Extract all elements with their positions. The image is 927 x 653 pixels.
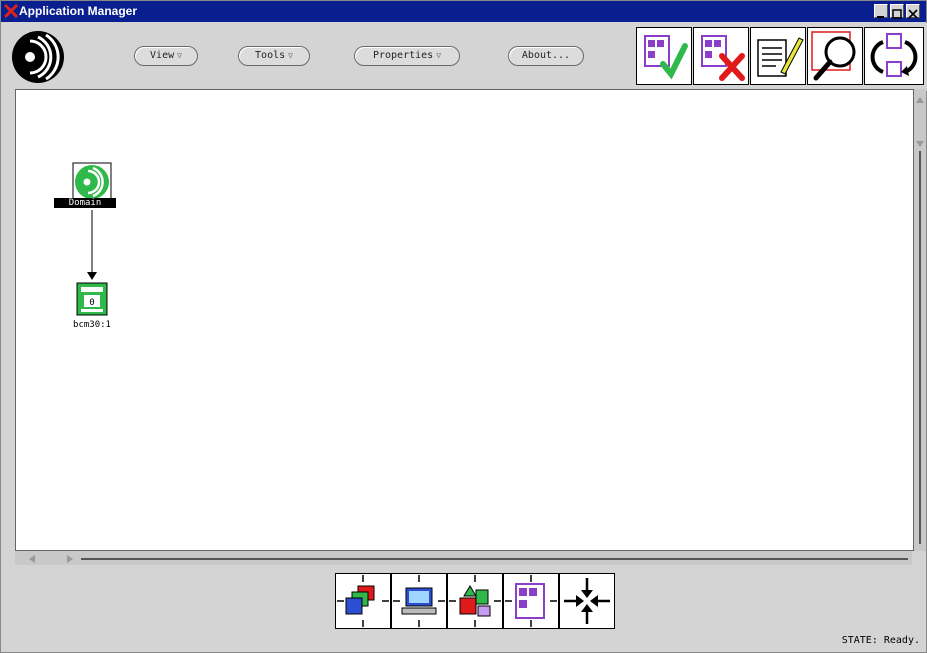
grid-doc-icon — [505, 575, 557, 627]
title-bar[interactable]: Application Manager — [1, 1, 926, 22]
minimize-icon — [877, 16, 884, 18]
x-logo-icon — [3, 3, 19, 19]
collapse-arrows-icon — [564, 578, 610, 624]
about-button[interactable]: About... — [508, 46, 584, 66]
horizontal-scrollbar[interactable] — [15, 551, 912, 565]
vertical-scroll-track — [916, 97, 924, 544]
scroll-up-icon — [916, 97, 924, 103]
horizontal-scroll-track — [29, 555, 908, 563]
edit-icon — [757, 37, 804, 77]
refresh-icon — [870, 33, 918, 77]
bcm-node[interactable]: 0 — [76, 282, 108, 316]
vertical-scrollbar[interactable] — [914, 89, 926, 551]
tools-menu-button[interactable]: Tools ▽ — [238, 46, 310, 66]
palette-computer-button[interactable] — [391, 573, 447, 629]
app-logo-icon — [12, 31, 64, 83]
svg-text:0: 0 — [89, 298, 94, 308]
about-button-label: About... — [521, 50, 571, 61]
check-icon — [644, 35, 688, 80]
maximize-icon — [892, 9, 902, 19]
maximize-button[interactable] — [890, 4, 904, 19]
windows-stack-icon — [337, 575, 389, 627]
application-window: Application Manager View ▽ Tools ▽ Propert… — [0, 0, 927, 653]
edit-button[interactable] — [750, 27, 806, 85]
dropdown-arrow-icon: ▽ — [288, 51, 293, 60]
domain-node-label: Domain — [54, 198, 116, 208]
status-text: STATE: Ready. — [841, 635, 920, 646]
refresh-button[interactable] — [864, 27, 924, 85]
palette-shapes-button[interactable] — [447, 573, 503, 629]
delete-icon — [701, 35, 745, 81]
toolbar: View ▽ Tools ▽ Properties ▽ About... — [2, 23, 927, 91]
arrowhead-icon — [87, 272, 97, 280]
remove-button[interactable] — [693, 27, 749, 85]
scroll-right-icon — [67, 555, 73, 563]
domain-node[interactable] — [72, 162, 112, 202]
close-button[interactable] — [906, 4, 920, 19]
view-menu-label: View — [150, 50, 175, 61]
connection-lines — [87, 210, 97, 280]
properties-menu-label: Properties — [372, 50, 434, 61]
zoom-icon — [811, 31, 856, 81]
dropdown-arrow-icon: ▽ — [436, 51, 442, 60]
palette-collapse-button[interactable] — [559, 573, 615, 629]
tool-icon-bar — [636, 27, 926, 85]
window-title: Application Manager — [19, 4, 138, 18]
bcm-node-label: bcm30:1 — [73, 320, 111, 330]
zoom-button[interactable] — [807, 27, 863, 85]
scroll-left-icon — [29, 555, 35, 563]
apply-button[interactable] — [636, 27, 692, 85]
graph-canvas[interactable]: Domain 0 bcm30:1 — [15, 89, 914, 551]
node-palette — [335, 573, 615, 629]
computer-icon — [393, 575, 445, 627]
tools-menu-label: Tools — [255, 50, 286, 61]
properties-menu-button[interactable]: Properties ▽ — [354, 46, 460, 66]
dropdown-arrow-icon: ▽ — [177, 51, 182, 60]
palette-grid-doc-button[interactable] — [503, 573, 559, 629]
shapes-icon — [449, 575, 501, 627]
close-icon — [908, 9, 918, 19]
minimize-button[interactable] — [874, 4, 888, 18]
scroll-down-icon — [916, 141, 924, 147]
view-menu-button[interactable]: View ▽ — [134, 46, 198, 66]
palette-windows-button[interactable] — [335, 573, 391, 629]
domain-icon — [72, 162, 112, 202]
bcm-icon: 0 — [76, 282, 108, 316]
